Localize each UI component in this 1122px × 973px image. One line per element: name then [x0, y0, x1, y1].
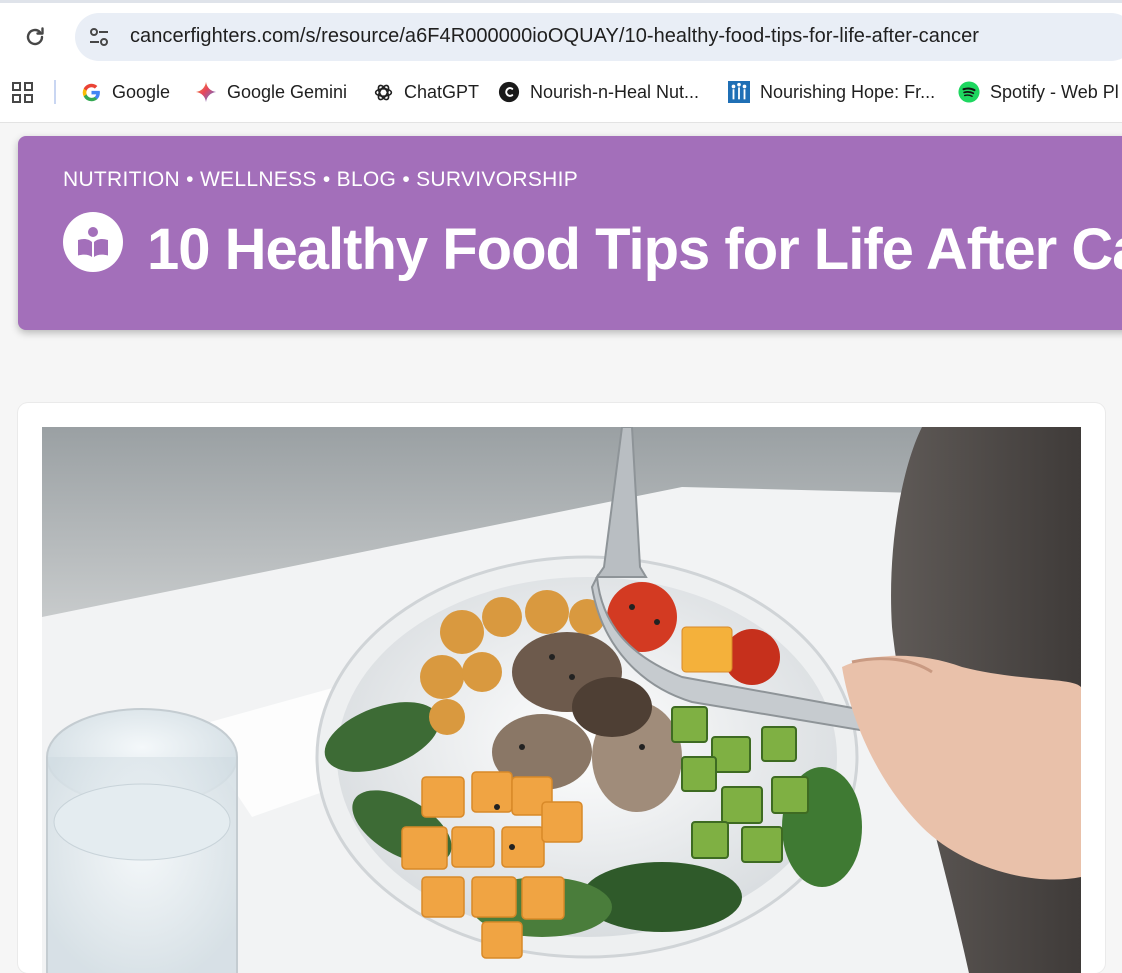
bookmark-nourish-n-heal[interactable]: Nourish-n-Heal Nut...: [498, 80, 699, 104]
reload-button[interactable]: [16, 20, 54, 54]
spotify-icon: [958, 81, 980, 103]
bookmark-spotify[interactable]: Spotify - Web Pl: [958, 80, 1119, 104]
bookmark-label: Google Gemini: [227, 81, 348, 102]
address-bar[interactable]: cancerfighters.com/s/resource/a6F4R00000…: [75, 13, 1122, 61]
bookmark-label: Nourishing Hope: Fr...: [760, 81, 936, 102]
bookmark-nourishing-hope[interactable]: Nourishing Hope: Fr...: [728, 80, 935, 104]
google-icon: [80, 81, 102, 103]
nourish-n-heal-icon: [498, 81, 520, 103]
article-hero-banner: NUTRITION • WELLNESS • BLOG • SURVIVORSH…: [18, 136, 1122, 330]
bookmark-google[interactable]: Google: [80, 80, 170, 104]
bookmark-label: Google: [112, 81, 171, 102]
salad-bowl-photo: [42, 427, 1081, 973]
bookmark-label: Nourish-n-Heal Nut...: [530, 81, 700, 102]
nourishing-hope-icon: [728, 81, 750, 103]
bookmark-google-gemini[interactable]: Google Gemini: [195, 80, 347, 104]
bookmark-chatgpt[interactable]: ChatGPT: [372, 80, 479, 104]
url-text[interactable]: cancerfighters.com/s/resource/a6F4R00000…: [130, 25, 979, 48]
bookmarks-separator: [54, 80, 56, 104]
article-card: [18, 403, 1105, 973]
site-info-button[interactable]: [87, 25, 111, 49]
open-book-icon: [63, 212, 123, 272]
article-categories: NUTRITION • WELLNESS • BLOG • SURVIVORSH…: [63, 168, 579, 191]
apps-button[interactable]: [11, 81, 35, 110]
tune-icon: [90, 28, 108, 46]
browser-toolbar: cancerfighters.com/s/resource/a6F4R00000…: [0, 0, 1122, 74]
gemini-icon: [195, 81, 217, 103]
apps-grid-icon: [12, 82, 33, 103]
chatgpt-icon: [372, 81, 394, 103]
reload-icon: [26, 27, 44, 46]
bookmark-label: ChatGPT: [404, 81, 480, 102]
bookmark-label: Spotify - Web Pl: [990, 81, 1119, 102]
page-title: 10 Healthy Food Tips for Life After Canc…: [147, 217, 1122, 282]
